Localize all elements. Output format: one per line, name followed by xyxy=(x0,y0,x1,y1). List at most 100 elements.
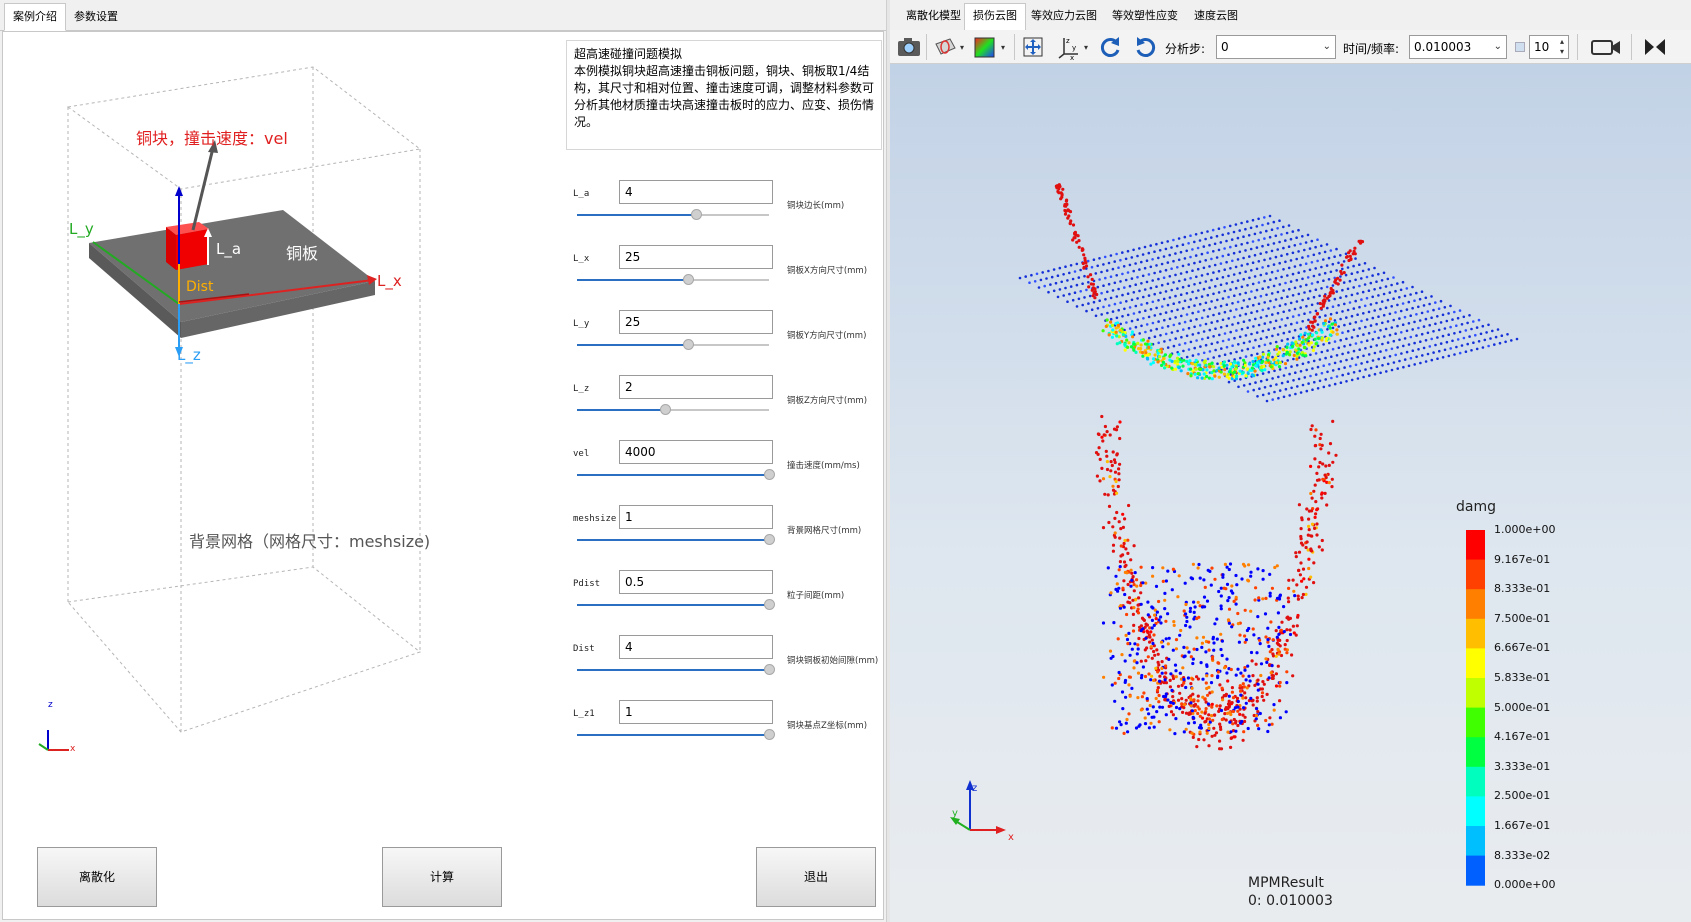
tab-damage-contour[interactable]: 损伤云图 xyxy=(964,3,1026,30)
slider-thumb[interactable] xyxy=(764,729,775,740)
plate-particle xyxy=(1240,264,1244,267)
plate-particle xyxy=(1062,273,1065,276)
plate-particle xyxy=(1337,261,1340,265)
debris-particle xyxy=(1164,713,1168,717)
spin-arrows-icon[interactable]: ▴ ▾ xyxy=(1560,37,1564,57)
rotate-cw-icon[interactable] xyxy=(1097,34,1123,60)
plate-particle xyxy=(1411,285,1414,289)
plate-particle xyxy=(1365,296,1369,300)
slider-thumb[interactable] xyxy=(683,274,695,285)
param-slider-lz[interactable] xyxy=(577,404,769,415)
step-select[interactable]: 0 ⌄ xyxy=(1216,35,1336,59)
chevron-down-icon[interactable]: ▾ xyxy=(960,43,964,52)
frame-spinbox[interactable]: 10 ▴ ▾ xyxy=(1529,35,1569,59)
plate-particle xyxy=(1126,249,1130,253)
mesh-label: 背景网格（网格尺寸：meshsize) xyxy=(189,532,431,551)
plate-particle xyxy=(1288,330,1291,334)
plate-particle xyxy=(1363,304,1367,308)
plate-particle xyxy=(1474,333,1477,337)
param-slider-lz1[interactable] xyxy=(577,729,775,740)
damage-particle-plot[interactable]: z x y xyxy=(890,64,1691,922)
param-slider-vel[interactable] xyxy=(577,469,775,480)
debris-particle xyxy=(1127,683,1131,687)
plate-particle xyxy=(1098,278,1101,281)
slider-thumb[interactable] xyxy=(691,209,703,220)
debris-particle xyxy=(1134,726,1139,730)
plate-particle xyxy=(1144,309,1147,312)
param-slider-pdist[interactable] xyxy=(577,599,775,610)
param-slider-lx[interactable] xyxy=(577,274,769,285)
section-plane-icon[interactable] xyxy=(932,34,958,60)
slider-thumb[interactable] xyxy=(660,404,672,415)
tab-case-intro[interactable]: 案例介绍 xyxy=(4,3,66,31)
param-input-ly[interactable]: 25 xyxy=(619,310,773,334)
param-input-lz[interactable]: 2 xyxy=(619,375,773,399)
camera-icon[interactable] xyxy=(896,34,922,60)
plate-particle xyxy=(1268,214,1272,218)
debris-particle xyxy=(1301,592,1305,597)
param-slider-dist[interactable] xyxy=(577,664,775,675)
param-input-dist[interactable]: 4 xyxy=(619,635,773,659)
result-tab-bar: 离散化模型 损伤云图 等效应力云图 等效塑性应变 速度云图 xyxy=(890,0,1691,31)
param-input-lx[interactable]: 25 xyxy=(619,245,773,269)
param-slider-meshsize[interactable] xyxy=(577,534,775,545)
param-slider-la[interactable] xyxy=(577,209,769,220)
colormap-icon[interactable] xyxy=(972,34,998,60)
tab-plastic-strain[interactable]: 等效塑性应变 xyxy=(1104,4,1186,28)
plate-particle xyxy=(1202,266,1206,270)
param-input-la[interactable]: 4 xyxy=(619,180,773,204)
param-input-lz1[interactable]: 1 xyxy=(619,700,773,724)
slider-thumb[interactable] xyxy=(764,469,775,480)
video-record-icon[interactable] xyxy=(1590,34,1622,60)
axes-view-icon[interactable]: zyx xyxy=(1056,34,1082,62)
legend-tick-label: 4.167e-01 xyxy=(1494,730,1551,744)
param-input-vel[interactable]: 4000 xyxy=(619,440,773,464)
tab-equivalent-stress[interactable]: 等效应力云图 xyxy=(1023,4,1105,28)
discretize-button[interactable]: 离散化 xyxy=(37,847,157,907)
debris-particle xyxy=(1197,737,1201,742)
time-select[interactable]: 0.010003 ⌄ xyxy=(1409,35,1507,59)
plate-particle xyxy=(1210,300,1213,303)
exit-button[interactable]: 退出 xyxy=(756,847,876,907)
slider-thumb[interactable] xyxy=(764,664,775,675)
chevron-down-icon[interactable]: ▾ xyxy=(1084,43,1088,52)
debris-particle xyxy=(1237,640,1241,644)
plate-particle xyxy=(1263,258,1266,262)
debris-particle xyxy=(1115,582,1119,586)
debris-particle xyxy=(1191,562,1195,566)
param-slider-ly[interactable] xyxy=(577,339,769,350)
rotate-ccw-icon[interactable] xyxy=(1133,34,1159,60)
debris-particle xyxy=(1118,560,1122,564)
debris-particle xyxy=(1145,646,1149,650)
result-viewport[interactable]: z x y damg 1.000e+00 9.167e-01 8.333e-01 7.… xyxy=(890,64,1691,922)
plate-particle xyxy=(1210,342,1214,346)
chevron-down-icon[interactable]: ▾ xyxy=(1001,43,1005,52)
tab-param-settings[interactable]: 参数设置 xyxy=(66,4,126,30)
debris-particle xyxy=(1166,569,1170,573)
plate-particle xyxy=(1179,293,1183,296)
tab-discretized-model[interactable]: 离散化模型 xyxy=(898,4,969,28)
fit-view-icon[interactable] xyxy=(1020,34,1046,60)
compute-button[interactable]: 计算 xyxy=(382,847,502,907)
plate-particle xyxy=(1160,283,1164,287)
plate-particle xyxy=(1413,299,1416,302)
fullscreen-icon[interactable] xyxy=(1642,34,1668,60)
debris-particle xyxy=(1093,287,1097,291)
slider-thumb[interactable] xyxy=(764,599,775,610)
tab-velocity-contour[interactable]: 速度云图 xyxy=(1186,4,1246,28)
plate-particle xyxy=(1069,264,1073,267)
param-input-pdist[interactable]: 0.5 xyxy=(619,570,773,594)
debris-particle xyxy=(1135,584,1139,588)
param-input-meshsize[interactable]: 1 xyxy=(619,505,773,529)
plate-particle xyxy=(1345,337,1348,341)
plate-particle xyxy=(1263,216,1266,219)
slider-thumb[interactable] xyxy=(683,339,695,350)
plate-particle xyxy=(1477,340,1481,343)
plate-particle xyxy=(1268,257,1272,260)
debris-particle xyxy=(1297,347,1301,351)
plate-particle xyxy=(1328,384,1331,387)
plate-particle xyxy=(1390,283,1393,287)
legend-title: damg xyxy=(1456,499,1496,515)
slider-thumb[interactable] xyxy=(764,534,775,545)
plate-particle xyxy=(1172,323,1176,327)
